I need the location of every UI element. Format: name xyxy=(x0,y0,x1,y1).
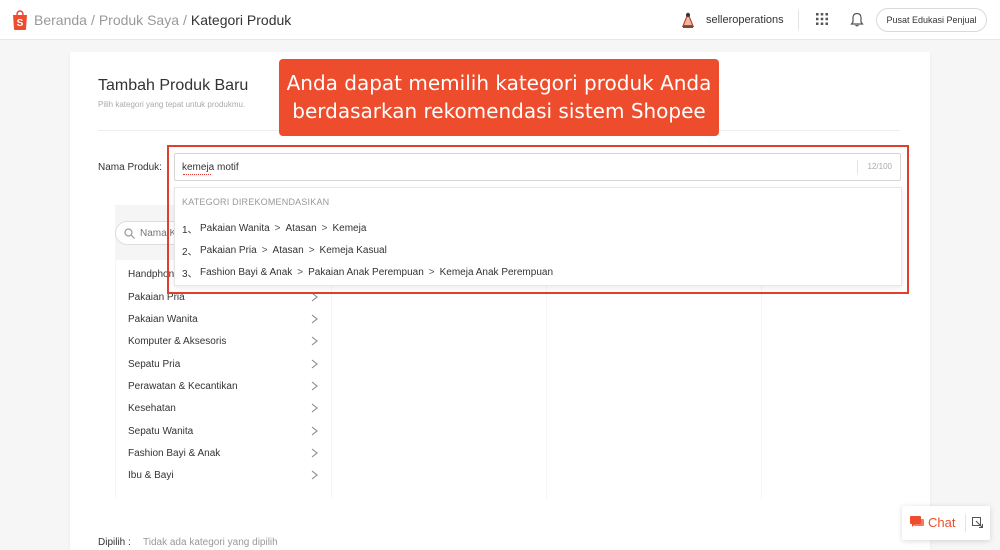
chat-widget[interactable]: Chat xyxy=(902,506,990,540)
page-title: Tambah Produk Baru xyxy=(98,77,249,94)
header-divider xyxy=(798,10,799,30)
category-item-label: Komputer & Aksesoris xyxy=(128,335,227,347)
search-icon xyxy=(124,228,135,239)
category-item[interactable]: Perawatan & Kecantikan xyxy=(128,375,328,397)
category-item-label: Fashion Bayi & Anak xyxy=(128,447,221,459)
category-item[interactable]: Sepatu Pria xyxy=(128,353,328,375)
category-level-1-list: Handphone & Aksesoris Pakaian Pria Pakai… xyxy=(116,260,331,500)
breadcrumb-products-link[interactable]: Produk Saya xyxy=(99,12,179,28)
chevron-right-icon xyxy=(311,336,318,346)
breadcrumb: Beranda / Produk Saya / Kategori Produk xyxy=(34,12,291,28)
category-item-label: Perawatan & Kecantikan xyxy=(128,380,238,392)
chevron-right-icon xyxy=(311,426,318,436)
seller-education-button[interactable]: Pusat Edukasi Penjual xyxy=(876,8,987,32)
expand-icon[interactable] xyxy=(972,517,983,528)
chosen-label: Dipilih : xyxy=(98,537,131,548)
product-name-label: Nama Produk: xyxy=(98,162,162,173)
apps-grid-icon[interactable] xyxy=(816,13,828,25)
category-item-label: Sepatu Pria xyxy=(128,358,181,370)
tutorial-callout: Anda dapat memilih kategori produk Anda … xyxy=(279,59,719,136)
bell-icon[interactable] xyxy=(850,12,864,27)
category-level-2-list xyxy=(332,260,546,500)
chevron-right-icon xyxy=(311,448,318,458)
category-item[interactable]: Kesehatan xyxy=(128,397,328,419)
category-item[interactable]: Pakaian Wanita xyxy=(128,308,328,330)
category-item-label: Pakaian Wanita xyxy=(128,313,198,325)
category-level-3-list xyxy=(547,260,761,500)
breadcrumb-current: Kategori Produk xyxy=(190,12,292,28)
category-item-label: Sepatu Wanita xyxy=(128,425,194,437)
highlight-frame xyxy=(167,145,909,294)
shopee-logo-icon[interactable]: S xyxy=(10,9,30,31)
page-subtitle: Pilih kategori yang tepat untuk produkmu… xyxy=(98,100,246,109)
breadcrumb-separator: / xyxy=(90,12,95,28)
username: selleroperations xyxy=(706,14,784,26)
breadcrumb-home-link[interactable]: Beranda xyxy=(34,12,87,28)
category-item[interactable]: Ibu & Bayi xyxy=(128,464,328,486)
top-bar: S Beranda / Produk Saya / Kategori Produk se… xyxy=(0,0,1000,40)
callout-line-1: Anda dapat memilih kategori produk Anda xyxy=(286,71,712,95)
chat-divider xyxy=(965,514,966,532)
chevron-right-icon xyxy=(311,314,318,324)
callout-line-2: berdasarkan rekomendasi sistem Shopee xyxy=(292,99,706,123)
chevron-right-icon xyxy=(311,359,318,369)
category-item[interactable]: Komputer & Aksesoris xyxy=(128,330,328,352)
category-item-label: Kesehatan xyxy=(128,402,176,414)
chat-label: Chat xyxy=(928,515,956,530)
avatar xyxy=(678,10,698,30)
chevron-right-icon xyxy=(311,470,318,480)
chevron-right-icon xyxy=(311,403,318,413)
category-item-label: Ibu & Bayi xyxy=(128,469,174,481)
user-menu[interactable]: selleroperations xyxy=(678,10,784,30)
chat-bubble-icon xyxy=(910,516,924,527)
breadcrumb-separator: / xyxy=(183,12,187,28)
chosen-value: Tidak ada kategori yang dipilih xyxy=(143,537,278,548)
category-item[interactable]: Sepatu Wanita xyxy=(128,420,328,442)
svg-text:S: S xyxy=(17,18,24,29)
chevron-right-icon xyxy=(311,381,318,391)
category-level-4-list xyxy=(762,260,885,500)
category-item[interactable]: Fashion Bayi & Anak xyxy=(128,442,328,464)
